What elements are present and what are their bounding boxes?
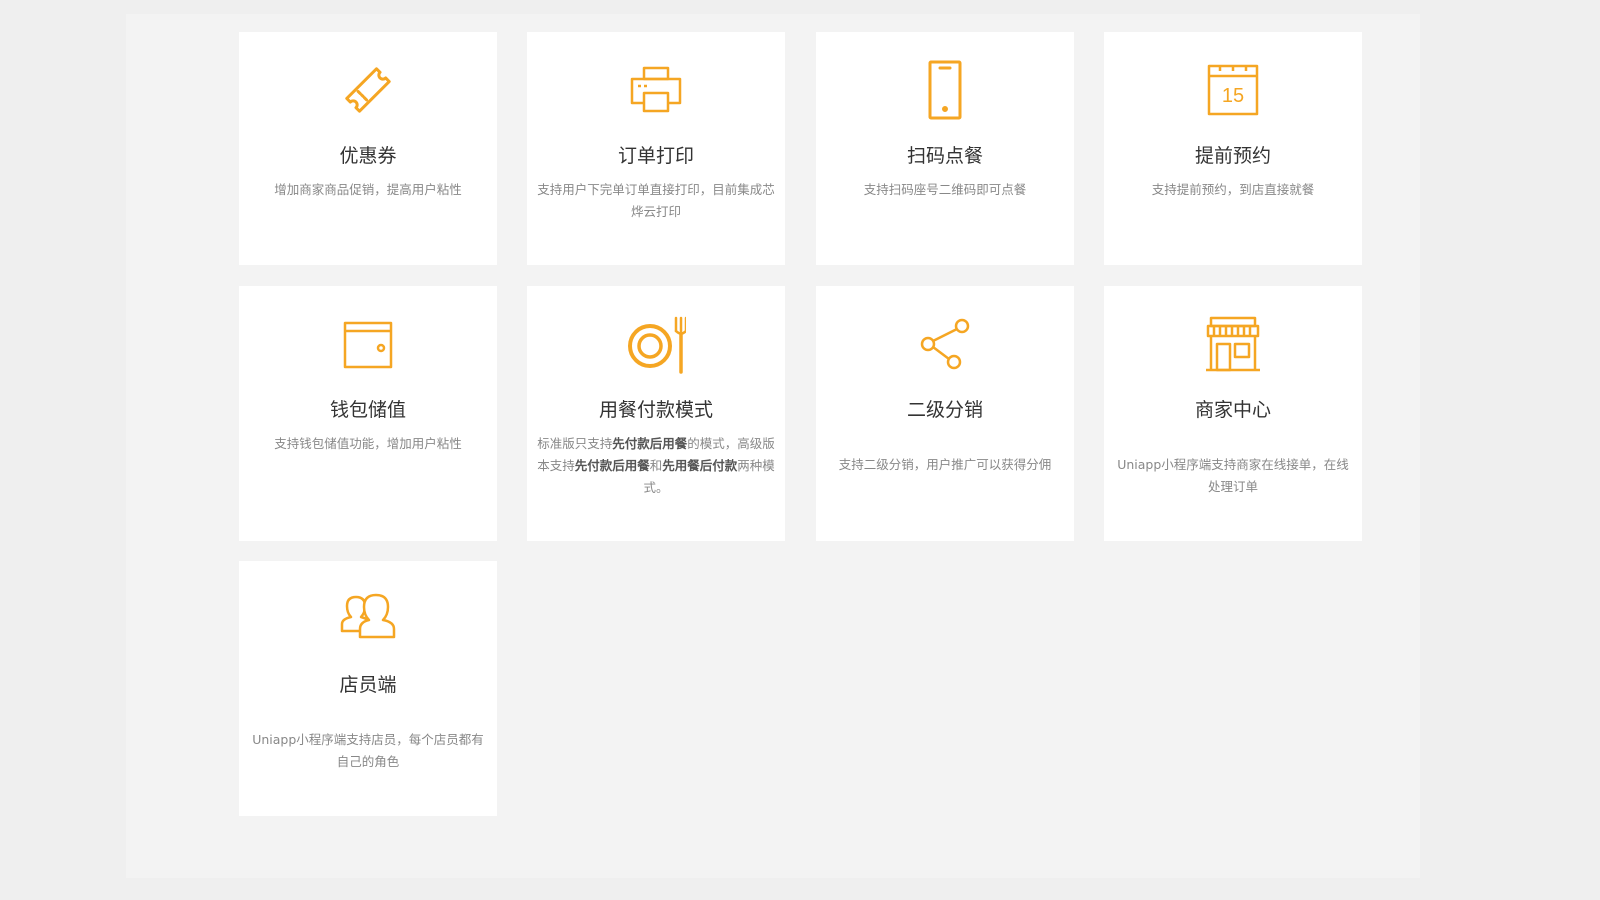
- desc-highlight: 先付款后用餐: [574, 458, 650, 473]
- feature-description: 支持用户下完单订单直接打印，目前集成芯烨云打印: [537, 182, 775, 219]
- desc-highlight: 先用餐后付款: [662, 458, 738, 473]
- feature-title: 扫码点餐: [906, 145, 983, 167]
- feature-card-reservation[interactable]: 15 提前预约 支持提前预约，到店直接就餐: [1104, 32, 1362, 265]
- feature-title: 店员端: [339, 674, 397, 696]
- feature-description: 标准版只支持先付款后用餐的模式，高级版本支持先付款后用餐和先用餐后付款两种模式。: [537, 433, 775, 499]
- plate-fork-icon: [626, 314, 686, 374]
- feature-card-distribution[interactable]: 二级分销 支持二级分销，用户推广可以获得分佣: [816, 286, 1074, 541]
- feature-title: 用餐付款模式: [598, 399, 713, 421]
- feature-title: 订单打印: [617, 145, 694, 167]
- calendar-icon: 15: [1203, 60, 1263, 120]
- feature-description: Uniapp小程序端支持商家在线接单，在线处理订单: [1117, 457, 1349, 494]
- feature-card-coupon[interactable]: 优惠券 增加商家商品促销，提高用户粘性: [239, 32, 497, 265]
- feature-title: 商家中心: [1194, 399, 1271, 421]
- desc-text: 标准版只支持: [537, 436, 613, 451]
- feature-description: 支持二级分销，用户推广可以获得分佣: [838, 457, 1052, 472]
- feature-card-print[interactable]: 订单打印 支持用户下完单订单直接打印，目前集成芯烨云打印: [527, 32, 785, 265]
- feature-description: 支持扫码座号二维码即可点餐: [863, 182, 1027, 197]
- feature-description: 增加商家商品促销，提高用户粘性: [274, 182, 462, 197]
- printer-icon: [626, 60, 686, 120]
- wallet-icon: [338, 314, 398, 374]
- feature-card-staff[interactable]: 店员端 Uniapp小程序端支持店员，每个店员都有自己的角色: [239, 561, 497, 816]
- users-icon: [338, 589, 398, 649]
- feature-card-merchant-center[interactable]: 商家中心 Uniapp小程序端支持商家在线接单，在线处理订单: [1104, 286, 1362, 541]
- feature-title: 二级分销: [906, 399, 983, 421]
- feature-card-payment-mode[interactable]: 用餐付款模式 标准版只支持先付款后用餐的模式，高级版本支持先付款后用餐和先用餐后…: [527, 286, 785, 541]
- calendar-day-number: 15: [1222, 85, 1244, 107]
- smartphone-icon: [915, 60, 975, 120]
- feature-description: Uniapp小程序端支持店员，每个店员都有自己的角色: [252, 732, 484, 769]
- feature-card-scan-order[interactable]: 扫码点餐 支持扫码座号二维码即可点餐: [816, 32, 1074, 265]
- desc-text: 和: [649, 458, 663, 473]
- store-icon: [1203, 314, 1263, 374]
- share-icon: [915, 314, 975, 374]
- feature-description: 支持提前预约，到店直接就餐: [1151, 182, 1315, 197]
- feature-title: 优惠券: [339, 145, 397, 167]
- feature-card-wallet[interactable]: 钱包储值 支持钱包储值功能，增加用户粘性: [239, 286, 497, 541]
- desc-highlight: 先付款后用餐: [612, 436, 688, 451]
- coupon-icon: [338, 60, 398, 120]
- feature-description: 支持钱包储值功能，增加用户粘性: [274, 436, 462, 451]
- feature-title: 钱包储值: [329, 399, 406, 421]
- feature-title: 提前预约: [1194, 145, 1271, 167]
